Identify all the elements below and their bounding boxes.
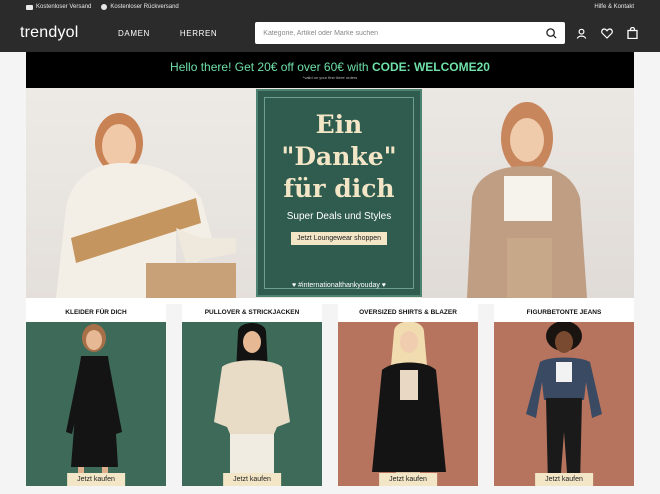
hero-hashtag: ♥ #internationalthankyouday ♥ [292,282,386,289]
shop-jeans-button[interactable]: Jetzt kaufen [535,473,593,486]
category-image-dresses: Jetzt kaufen [26,322,166,486]
hero-banner[interactable]: Ein "Danke" für dich Super Deals und Sty… [26,88,634,298]
category-card-blazer[interactable]: OVERSIZED SHIRTS & BLAZER Jetzt kaufen [338,304,478,486]
category-card-dresses[interactable]: KLEIDER FÜR DICH Jetzt kaufen [26,304,166,486]
search-icon[interactable] [546,27,557,39]
promo-note: *valid on your first three orders [302,75,358,80]
shop-loungewear-button[interactable]: Jetzt Loungewear shoppen [290,232,388,245]
nav-damen[interactable]: DAMEN [118,29,150,38]
category-title: FIGURBETONTE JEANS [526,309,602,316]
returns-label: Kostenloser Rückversand [110,4,179,10]
hero-model-right-image [422,88,634,298]
main-content: Hello there! Get 20€ off over 60€ with C… [26,52,634,486]
shipping-label: Kostenloser Versand [36,4,92,10]
main-nav: DAMEN HERREN [118,29,217,38]
hero-model-left-image [26,88,256,298]
category-card-jeans[interactable]: FIGURBETONTE JEANS Jetzt kaufen [494,304,634,486]
category-grid: KLEIDER FÜR DICH Jetzt kaufen PULLOVER &… [26,304,634,486]
bag-icon[interactable] [627,27,638,39]
nav-herren[interactable]: HERREN [180,29,217,38]
site-header: trendyol DAMEN HERREN [0,14,660,52]
hero-promo-card: Ein "Danke" für dich Super Deals und Sty… [256,89,422,297]
top-info-bar: Kostenloser Versand Kostenloser Rückvers… [0,0,660,14]
hero-title: Ein "Danke" für dich [281,110,397,203]
category-image-jeans: Jetzt kaufen [494,322,634,486]
promo-code: CODE: WELCOME20 [371,60,490,74]
shipping-info: Kostenloser Versand [26,4,91,10]
truck-icon [26,4,33,10]
shop-dresses-button[interactable]: Jetzt kaufen [67,473,125,486]
category-image-blazer: Jetzt kaufen [338,322,478,486]
promo-text: Hello there! Get 20€ off over 60€ with C… [170,60,490,74]
returns-info: Kostenloser Rückversand [101,4,179,10]
help-link[interactable]: Hilfe & Kontakt [594,4,634,10]
search-input[interactable] [263,29,547,37]
promo-banner[interactable]: Hello there! Get 20€ off over 60€ with C… [26,52,634,88]
category-card-pullover[interactable]: PULLOVER & STRICKJACKEN Jetzt kaufen [182,304,322,486]
category-title: OVERSIZED SHIRTS & BLAZER [359,309,457,316]
header-icons [576,27,638,39]
category-image-pullover: Jetzt kaufen [182,322,322,486]
return-icon [101,4,108,10]
shop-pullover-button[interactable]: Jetzt kaufen [223,473,281,486]
user-icon[interactable] [576,28,587,39]
category-title: KLEIDER FÜR DICH [65,309,127,316]
shop-blazer-button[interactable]: Jetzt kaufen [379,473,437,486]
category-title: PULLOVER & STRICKJACKEN [204,309,300,316]
logo[interactable]: trendyol [20,24,118,42]
hero-subtitle: Super Deals und Styles [286,211,392,222]
heart-icon[interactable] [601,27,613,39]
search-bar [255,22,566,44]
